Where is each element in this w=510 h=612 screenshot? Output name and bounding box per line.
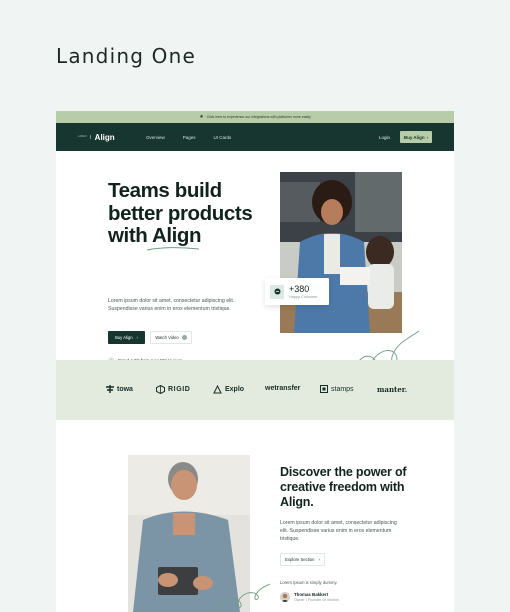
partner-logos: towa RIGID Explo wetransfer stamps mante… (56, 360, 454, 420)
brand-mark: LOGO (78, 135, 91, 139)
hero-heading-highlight: Align (151, 224, 202, 247)
decorative-scribble (217, 583, 271, 611)
chevron-right-icon: › (426, 134, 429, 140)
feature-section: Discover the power of creative freedom w… (56, 420, 454, 612)
announcement-text: Click here to experience our integration… (206, 115, 311, 119)
feature-heading: Discover the power of creative freedom w… (280, 465, 407, 509)
watch-video-button[interactable]: Watch Video (150, 331, 192, 344)
hero-photo (280, 172, 402, 333)
hero-section: Teams build better products with Align L… (56, 151, 454, 380)
login-link[interactable]: Login (379, 135, 390, 140)
play-icon (181, 335, 187, 340)
explore-section-label: Explore Section (285, 557, 315, 562)
happy-customers-card: +380 Happy Customer (265, 278, 329, 305)
chevron-right-icon: › (136, 335, 138, 340)
logo-stamps: stamps (320, 385, 354, 393)
logo-explo: Explo (213, 385, 244, 394)
hero-heading-line3: with (108, 224, 152, 247)
landing-preview: ★ Click here to experience our integrati… (56, 111, 454, 612)
nav-link-overview[interactable]: Overview (146, 135, 165, 140)
logo-manter: manter. (377, 385, 408, 394)
navbar: LOGO Align Overview Pages UI Cards Login… (56, 123, 454, 151)
stamps-icon (320, 385, 328, 393)
avatar (280, 592, 290, 602)
explore-section-button[interactable]: Explore Section › (280, 553, 325, 566)
underline-swash (146, 247, 200, 251)
logo-rigid: RIGID (156, 385, 190, 394)
logo-towa: towa (106, 385, 133, 393)
logo-wetransfer: wetransfer (265, 385, 301, 392)
buy-align-button[interactable]: Buy Align › (108, 331, 145, 344)
star-icon: ★ (199, 113, 204, 120)
chevron-right-icon: › (318, 557, 320, 562)
nav-link-pages[interactable]: Pages (183, 135, 196, 140)
feature-description: Lorem ipsum dolor sit amet, consectetur … (280, 520, 397, 542)
chat-icon (270, 284, 284, 299)
watch-video-label: Watch Video (155, 335, 179, 340)
rigid-icon (156, 385, 165, 394)
customer-label: Happy Customer (289, 295, 318, 299)
brand-logo[interactable]: LOGO Align (78, 133, 115, 142)
hero-heading-line2: better products (108, 201, 253, 225)
buy-align-nav-label: Buy Align (403, 134, 425, 140)
hero-heading: Teams build better products with Align (108, 179, 268, 251)
author-role: Owner • Founder Of Section (294, 598, 340, 602)
hero-heading-line1: Teams build (108, 179, 222, 202)
announcement-bar[interactable]: ★ Click here to experience our integrati… (56, 111, 454, 123)
hero-description: Lorem ipsum dolor sit amet, consectetur … (108, 298, 235, 312)
buy-align-nav-button[interactable]: Buy Align › (400, 131, 432, 143)
testimonial-author: Thomas Bakkert Owner • Founder Of Sectio… (280, 592, 339, 602)
towa-icon (106, 385, 114, 393)
author-name: Thomas Bakkert (294, 592, 329, 597)
nav-link-ui-cards[interactable]: UI Cards (214, 135, 232, 140)
page-title: Landing One (56, 44, 196, 68)
testimonial-quote: Lorem Ipsum is simply dummy. (280, 580, 338, 585)
buy-align-label: Buy Align (115, 335, 133, 340)
customer-count: +380 (289, 284, 310, 294)
nav-links: Overview Pages UI Cards (146, 135, 231, 140)
brand-name: Align (94, 132, 115, 142)
explo-icon (213, 385, 222, 394)
